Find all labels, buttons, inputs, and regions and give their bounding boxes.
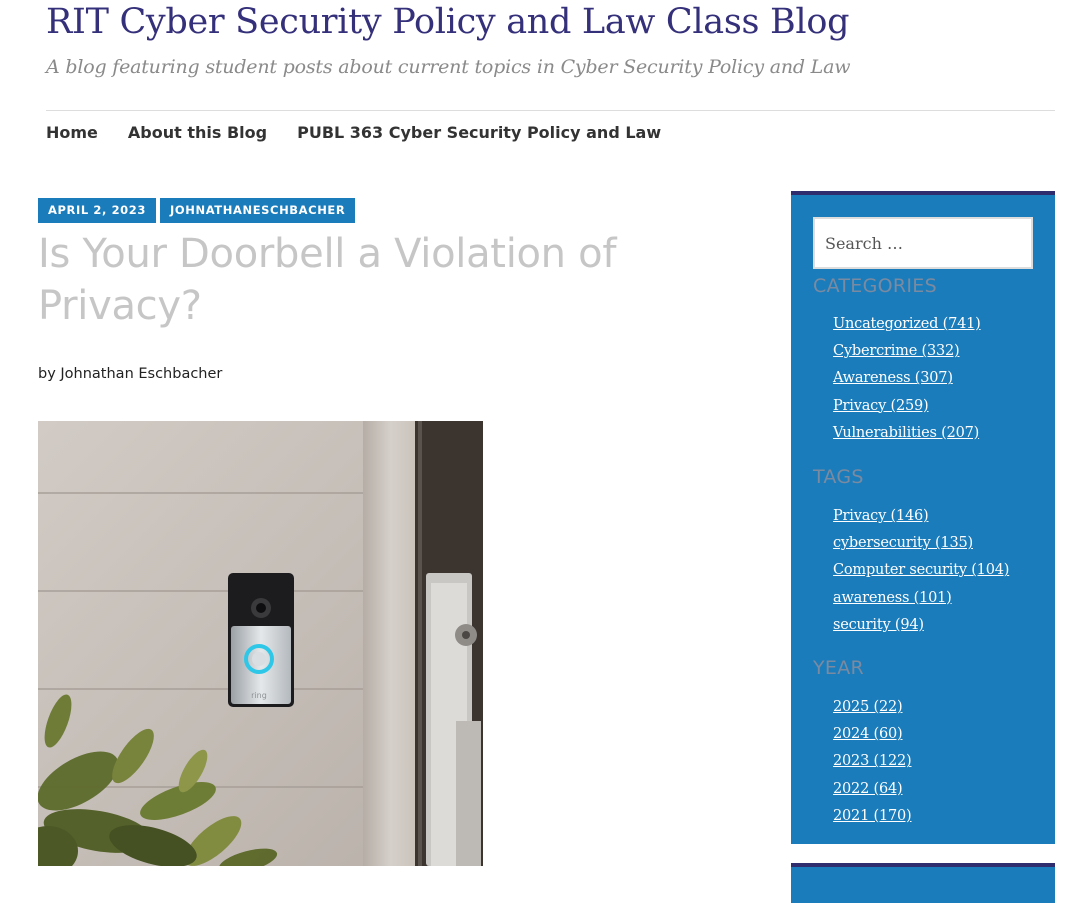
nav-item-about[interactable]: About this Blog: [128, 121, 267, 145]
site-title[interactable]: RIT Cyber Security Policy and Law Class …: [46, 2, 850, 42]
doorbell-brand-label: ring: [251, 691, 267, 700]
year-link[interactable]: 2022 (64): [833, 781, 903, 797]
tags-list: Privacy (146) cybersecurity (135) Comput…: [833, 501, 1009, 637]
category-link[interactable]: Uncategorized (741): [833, 316, 981, 332]
categories-list: Uncategorized (741) Cybercrime (332) Awa…: [833, 309, 981, 445]
category-link[interactable]: Cybercrime (332): [833, 343, 960, 359]
nav-item-publ-363[interactable]: PUBL 363 Cyber Security Policy and Law: [297, 121, 661, 145]
post-date-badge[interactable]: APRIL 2, 2023: [38, 198, 156, 223]
year-link[interactable]: 2024 (60): [833, 726, 903, 742]
year-title: YEAR: [813, 657, 865, 679]
search-input[interactable]: [813, 217, 1033, 269]
category-link[interactable]: Vulnerabilities (207): [833, 425, 979, 441]
tag-link[interactable]: cybersecurity (135): [833, 535, 973, 551]
nav-item-home[interactable]: Home: [46, 121, 98, 145]
year-link[interactable]: 2021 (170): [833, 808, 912, 824]
site-tagline: A blog featuring student posts about cur…: [46, 56, 851, 78]
tag-link[interactable]: Computer security (104): [833, 562, 1009, 578]
year-link[interactable]: 2023 (122): [833, 753, 912, 769]
tags-title: TAGS: [813, 466, 864, 488]
main-navigation: Home About this Blog PUBL 363 Cyber Secu…: [46, 121, 691, 145]
category-link[interactable]: Privacy (259): [833, 398, 929, 414]
tag-link[interactable]: security (94): [833, 617, 924, 633]
post-title[interactable]: Is Your Doorbell a Violation of Privacy?: [38, 228, 658, 332]
sidebar-widget-next: [791, 863, 1055, 903]
nav-divider: [46, 110, 1055, 111]
ring-video-doorbell-photo: ring: [38, 421, 483, 866]
tag-link[interactable]: Privacy (146): [833, 508, 929, 524]
featured-image: ring: [38, 421, 483, 866]
categories-title: CATEGORIES: [813, 275, 937, 297]
year-link[interactable]: 2025 (22): [833, 699, 903, 715]
sidebar-widget-area: CATEGORIES Uncategorized (741) Cybercrim…: [791, 191, 1055, 844]
category-link[interactable]: Awareness (307): [833, 370, 953, 386]
post-author-badge[interactable]: JOHNATHANESCHBACHER: [159, 198, 356, 223]
tag-link[interactable]: awareness (101): [833, 590, 952, 606]
post-meta: APRIL 2, 2023 JOHNATHANESCHBACHER: [38, 198, 359, 223]
year-list: 2025 (22) 2024 (60) 2023 (122) 2022 (64)…: [833, 692, 912, 828]
post-byline: by Johnathan Eschbacher: [38, 366, 223, 382]
